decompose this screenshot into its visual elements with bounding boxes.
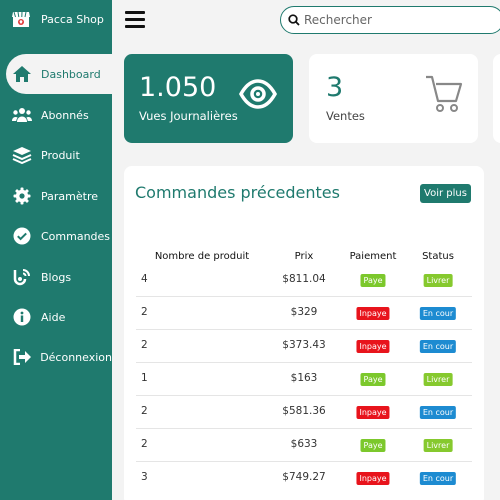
payment-badge: Paye xyxy=(360,439,386,452)
sales-value: 3 xyxy=(326,72,344,103)
menu-toggle-button[interactable] xyxy=(124,9,146,31)
price: $373.43 xyxy=(282,339,326,351)
status-badge-label: En cour xyxy=(419,307,457,320)
column-header: Status xyxy=(422,251,454,262)
daily-views-label: Vues Journalières xyxy=(139,109,238,123)
sales-card: 3 Ventes xyxy=(309,54,478,143)
table-row[interactable]: 1 $163 Paye Livrer xyxy=(136,363,472,396)
product-count: 2 xyxy=(141,339,148,351)
eye-icon xyxy=(238,75,278,117)
status-badge: En cour xyxy=(419,472,457,485)
status-badge-label: En cour xyxy=(419,472,457,485)
sidebar-item-blogs[interactable]: Blogs xyxy=(0,257,112,297)
payment-badge-label: Inpaye xyxy=(356,472,390,485)
sidebar-item-deconnexion[interactable]: Déconnexion xyxy=(0,337,112,377)
sidebar-item-label: Blogs xyxy=(41,270,72,284)
partial-card xyxy=(493,54,500,143)
search-input[interactable] xyxy=(304,13,484,27)
table-row[interactable]: 2 $373.43 Inpaye En cour xyxy=(136,330,472,363)
column-header: Prix xyxy=(294,251,314,262)
price: $163 xyxy=(290,372,318,384)
home-icon xyxy=(12,64,32,84)
payment-badge-label: Inpaye xyxy=(356,406,390,419)
sidebar-item-produit[interactable]: Produit xyxy=(0,135,112,175)
daily-views-card: 1.050 Vues Journalières xyxy=(124,54,293,143)
status-badge-label: Livrer xyxy=(423,373,453,386)
table-row[interactable]: 2 $581.36 Inpaye En cour xyxy=(136,396,472,429)
table-row[interactable]: 2 $329 Inpaye En cour xyxy=(136,297,472,330)
users-icon xyxy=(12,105,32,125)
info-icon xyxy=(12,307,32,327)
product-count: 1 xyxy=(141,372,148,384)
product-count: 2 xyxy=(141,405,148,417)
price: $633 xyxy=(290,438,318,450)
sidebar-item-abonnes[interactable]: Abonnés xyxy=(0,95,112,135)
status-badge: Livrer xyxy=(423,274,453,287)
sidebar-item-label: Aide xyxy=(41,310,66,324)
sidebar-item-label: Commandes xyxy=(41,229,111,243)
sales-label: Ventes xyxy=(326,109,365,123)
column-header: Paiement xyxy=(349,251,397,262)
sidebar-item-label: Produit xyxy=(41,148,80,162)
status-badge: Livrer xyxy=(423,373,453,386)
status-badge: En cour xyxy=(419,340,457,353)
payment-badge: Inpaye xyxy=(356,406,390,419)
status-badge: En cour xyxy=(419,406,457,419)
brand[interactable]: Pacca Shop xyxy=(11,9,104,29)
status-badge-label: En cour xyxy=(419,406,457,419)
search-icon xyxy=(288,11,300,30)
brand-name: Pacca Shop xyxy=(41,12,104,26)
payment-badge: Inpaye xyxy=(356,307,390,320)
sidebar-item-parametre[interactable]: Paramètre xyxy=(0,176,112,216)
product-count: 4 xyxy=(141,273,148,285)
table-row[interactable]: 4 $811.04 Paye Livrer xyxy=(136,264,472,297)
payment-badge: Inpaye xyxy=(356,340,390,353)
sidebar-item-dashboard[interactable]: Dashboard xyxy=(6,54,112,94)
sidebar-item-label: Déconnexion xyxy=(40,350,112,364)
payment-badge-label: Paye xyxy=(360,439,386,452)
column-header: Nombre de produit xyxy=(154,251,250,262)
blog-icon xyxy=(12,267,32,287)
sidebar-item-label: Dashboard xyxy=(41,67,101,81)
table-row[interactable]: 3 $749.27 Inpaye En cour xyxy=(136,462,472,495)
payment-badge: Paye xyxy=(360,373,386,386)
sidebar-item-label: Abonnés xyxy=(41,108,89,122)
table-row[interactable]: 2 $633 Paye Livrer xyxy=(136,429,472,462)
see-more-button[interactable]: Voir plus xyxy=(420,184,471,203)
sidebar-item-aide[interactable]: Aide xyxy=(0,297,112,337)
price: $749.27 xyxy=(282,471,326,483)
status-badge-label: Livrer xyxy=(423,439,453,452)
orders-title: Commandes précedentes xyxy=(135,183,340,202)
payment-badge-label: Paye xyxy=(360,373,386,386)
sidebar: Pacca Shop Dashboard Abonnés Produit Par… xyxy=(0,0,112,500)
payment-badge-label: Inpaye xyxy=(356,340,390,353)
payment-badge: Inpaye xyxy=(356,472,390,485)
daily-views-value: 1.050 xyxy=(139,72,217,103)
price: $581.36 xyxy=(282,405,326,417)
payment-badge-label: Inpaye xyxy=(356,307,390,320)
gear-icon xyxy=(12,186,32,206)
payment-badge-label: Paye xyxy=(360,274,386,287)
layers-icon xyxy=(12,145,32,165)
cart-icon xyxy=(425,74,463,118)
search-bar[interactable] xyxy=(280,6,500,34)
product-count: 2 xyxy=(141,306,148,318)
status-badge-label: En cour xyxy=(419,340,457,353)
product-count: 3 xyxy=(141,471,148,483)
logout-icon xyxy=(12,347,31,367)
status-badge: En cour xyxy=(419,307,457,320)
status-badge-label: Livrer xyxy=(423,274,453,287)
shop-icon xyxy=(11,9,31,29)
orders-panel: Commandes précedentes Voir plus Nombre d… xyxy=(124,166,484,500)
sidebar-item-label: Paramètre xyxy=(41,189,98,203)
check-circle-icon xyxy=(12,226,32,246)
product-count: 2 xyxy=(141,438,148,450)
sidebar-item-commandes[interactable]: Commandes xyxy=(0,216,112,256)
price: $329 xyxy=(290,306,318,318)
payment-badge: Paye xyxy=(360,274,386,287)
price: $811.04 xyxy=(282,273,326,285)
status-badge: Livrer xyxy=(423,439,453,452)
